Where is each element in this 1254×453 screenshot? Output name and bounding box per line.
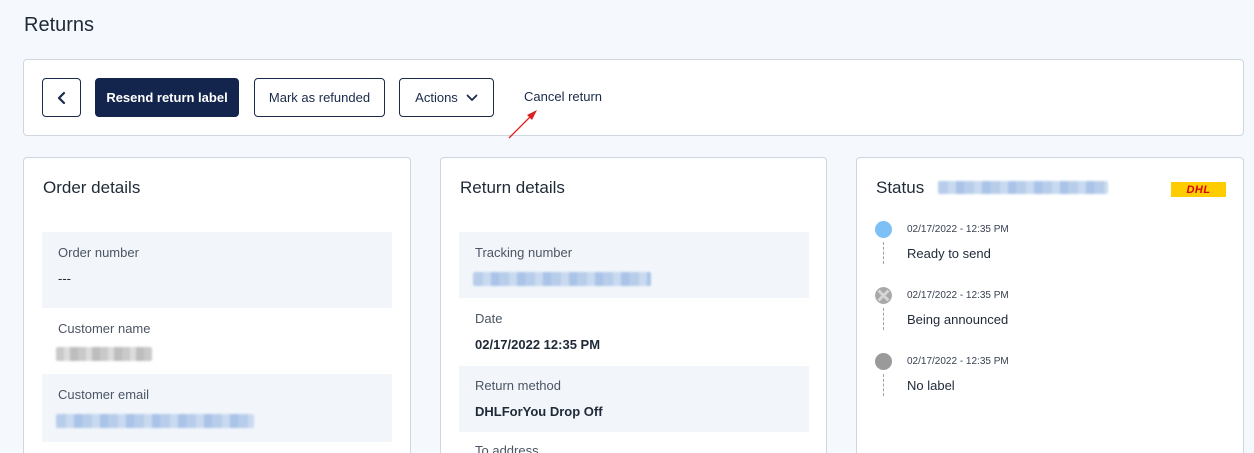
event-time: 02/17/2022 - 12:35 PM [907, 356, 1009, 367]
return-details-card: Return details Tracking number Date 02/1… [440, 157, 827, 453]
return-details-title: Return details [460, 178, 565, 197]
dhl-logo: DHL [1171, 182, 1226, 197]
customer-email-redacted [56, 414, 254, 428]
event-label: No label [907, 378, 955, 393]
order-number-value: --- [58, 271, 71, 286]
event-time: 02/17/2022 - 12:35 PM [907, 224, 1009, 235]
timeline-connector [883, 242, 884, 264]
action-toolbar: Resend return label Mark as refunded Act… [23, 59, 1244, 136]
return-method-value: DHLForYou Drop Off [475, 404, 603, 419]
return-method-field: Return method DHLForYou Drop Off [459, 366, 809, 432]
event-label: Being announced [907, 312, 1009, 327]
status-processing-icon [875, 287, 892, 304]
status-card: Status DHL 02/17/2022 - 12:35 PM Ready t… [856, 157, 1244, 453]
event-label: Ready to send [907, 246, 991, 261]
customer-email-field: Customer email [42, 374, 392, 442]
resend-return-label-button[interactable]: Resend return label [95, 78, 239, 117]
actions-label: Actions [415, 90, 458, 105]
page-title: Returns [24, 14, 95, 36]
return-method-label: Return method [475, 378, 561, 393]
status-reference-redacted [938, 181, 1108, 194]
chevron-down-icon [466, 94, 478, 101]
back-button[interactable] [42, 78, 81, 117]
dhl-logo-text: DHL [1186, 183, 1211, 196]
actions-dropdown-button[interactable]: Actions [399, 78, 494, 117]
order-number-field: Order number --- [42, 232, 392, 308]
status-inactive-icon [875, 353, 892, 370]
annotation-arrow-icon [508, 110, 537, 139]
timeline-connector [883, 308, 884, 330]
to-address-label: To address [475, 443, 539, 453]
customer-name-redacted [56, 347, 152, 361]
event-time: 02/17/2022 - 12:35 PM [907, 290, 1009, 301]
date-value: 02/17/2022 12:35 PM [475, 337, 601, 352]
to-address-field: To address [459, 432, 809, 453]
date-label: Date [475, 311, 503, 326]
customer-name-label: Customer name [58, 321, 151, 336]
tracking-number-field: Tracking number [459, 232, 809, 298]
status-title: Status [876, 178, 925, 197]
customer-name-field: Customer name [42, 308, 392, 374]
status-active-icon [875, 221, 892, 238]
tracking-number-redacted [473, 272, 651, 286]
order-details-title: Order details [43, 178, 141, 197]
tracking-number-label: Tracking number [475, 245, 573, 260]
order-number-label: Order number [58, 245, 139, 260]
customer-email-label: Customer email [58, 387, 150, 402]
date-field: Date 02/17/2022 12:35 PM [459, 298, 809, 366]
mark-as-refunded-button[interactable]: Mark as refunded [254, 78, 385, 117]
order-details-card: Order details Order number --- Customer … [23, 157, 411, 453]
timeline-connector [883, 374, 884, 396]
chevron-left-icon [57, 91, 65, 104]
cancel-return-link[interactable]: Cancel return [524, 89, 602, 104]
